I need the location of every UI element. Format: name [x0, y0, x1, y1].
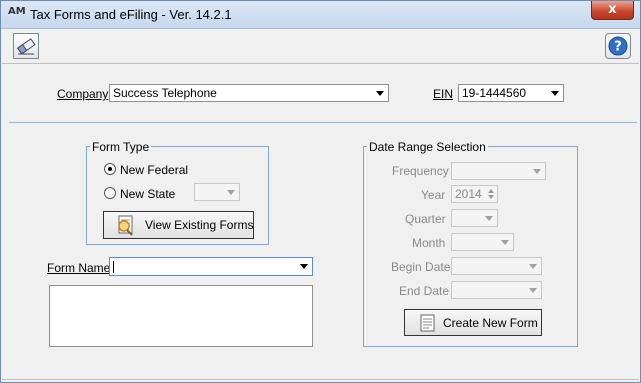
- frequency-select[interactable]: [451, 162, 546, 180]
- quarter-select[interactable]: [451, 209, 498, 227]
- new-form-icon: [420, 314, 435, 332]
- main-window: AM Tax Forms and eFiling - Ver. 14.2.1 x…: [0, 0, 641, 383]
- window-title: Tax Forms and eFiling - Ver. 14.2.1: [30, 7, 232, 22]
- help-icon: ?: [608, 36, 628, 56]
- chevron-down-icon: [551, 91, 559, 96]
- search-forms-icon: [118, 215, 133, 236]
- view-existing-forms-button[interactable]: View Existing Forms: [103, 211, 254, 239]
- title-bar[interactable]: AM Tax Forms and eFiling - Ver. 14.2.1 x: [1, 1, 640, 29]
- quarter-label: Quarter: [405, 212, 446, 226]
- chevron-down-icon: [227, 190, 235, 195]
- create-new-form-label: Create New Form: [443, 316, 538, 330]
- form-description-box[interactable]: [49, 285, 313, 347]
- chevron-down-icon: [300, 264, 308, 269]
- chevron-down-icon: [529, 288, 537, 293]
- new-state-label[interactable]: New State: [120, 187, 175, 201]
- company-value: Success Telephone: [113, 86, 217, 100]
- new-state-radio[interactable]: [104, 187, 116, 199]
- company-label: Company: [57, 87, 109, 101]
- chevron-down-icon: [376, 91, 384, 96]
- begin-date-label: Begin Date: [391, 260, 451, 274]
- chevron-down-icon: [533, 169, 541, 174]
- clear-button[interactable]: [13, 33, 39, 59]
- section-divider: [9, 122, 637, 123]
- year-value: 2014: [455, 187, 482, 201]
- date-range-legend: Date Range Selection: [367, 140, 488, 154]
- new-federal-radio[interactable]: [104, 163, 116, 175]
- eraser-icon: [17, 38, 36, 55]
- close-button[interactable]: x: [591, 1, 634, 20]
- month-label: Month: [412, 236, 446, 250]
- state-select[interactable]: [194, 183, 240, 201]
- month-select[interactable]: [451, 233, 514, 251]
- help-button[interactable]: ?: [605, 33, 631, 59]
- bottom-edge: [2, 379, 639, 380]
- spin-down-icon[interactable]: [488, 195, 494, 199]
- chevron-down-icon: [529, 264, 537, 269]
- form-type-legend: Form Type: [90, 140, 152, 154]
- form-name-select[interactable]: [109, 257, 313, 276]
- year-spinner[interactable]: 2014: [451, 185, 498, 203]
- toolbar: ?: [2, 29, 639, 64]
- ein-select[interactable]: 19-1444560: [458, 84, 564, 102]
- end-date-picker[interactable]: [451, 281, 542, 299]
- company-select[interactable]: Success Telephone: [109, 84, 389, 102]
- view-existing-forms-label: View Existing Forms: [145, 218, 254, 232]
- svg-text:?: ?: [614, 40, 622, 55]
- chevron-down-icon: [485, 216, 493, 221]
- frequency-label: Frequency: [392, 164, 449, 178]
- year-label: Year: [421, 188, 446, 202]
- form-name-label: Form Name: [47, 261, 111, 275]
- chevron-down-icon: [501, 240, 509, 245]
- create-new-form-button[interactable]: Create New Form: [404, 309, 542, 336]
- ein-label: EIN: [433, 87, 454, 101]
- app-logo-icon: AM: [8, 6, 26, 17]
- text-caret: [113, 260, 114, 273]
- spin-up-icon[interactable]: [488, 189, 494, 193]
- new-federal-label[interactable]: New Federal: [120, 163, 188, 177]
- ein-value: 19-1444560: [462, 86, 527, 100]
- begin-date-picker[interactable]: [451, 257, 542, 275]
- end-date-label: End Date: [399, 284, 450, 298]
